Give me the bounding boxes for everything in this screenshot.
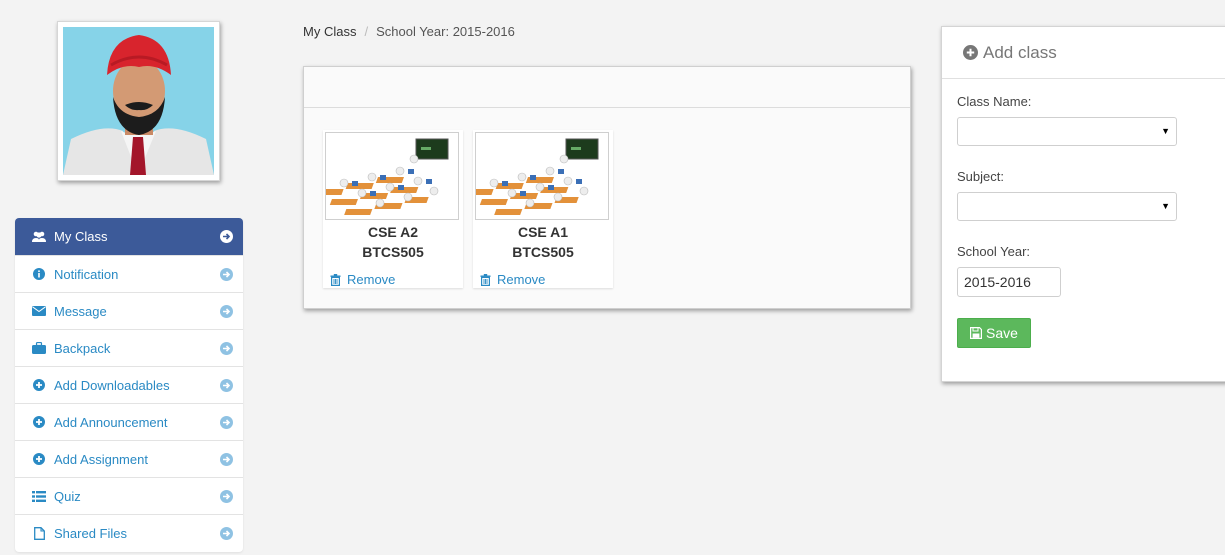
sidebar-item-add-downloadables[interactable]: Add Downloadables (15, 367, 243, 404)
sidebar-nav: My Class Notification Message Backpack A… (15, 218, 243, 552)
breadcrumb-school-year: School Year: 2015-2016 (376, 24, 515, 39)
class-card[interactable]: CSE A1 BTCS505 Remove (473, 130, 613, 288)
arrow-right-icon (220, 341, 233, 355)
add-class-title: Add class (983, 42, 1057, 62)
remove-button[interactable]: Remove (325, 272, 461, 287)
sidebar-item-add-assignment[interactable]: Add Assignment (15, 441, 243, 478)
class-name-label: Class Name: (957, 94, 1032, 109)
subject-select[interactable]: ▼ (957, 192, 1177, 221)
class-list-panel: CSE A2 BTCS505 Remove CSE A1 BTCS505 Rem… (303, 66, 911, 309)
remove-label: Remove (497, 272, 546, 287)
class-name-select[interactable]: ▼ (957, 117, 1177, 146)
trash-icon (480, 273, 491, 286)
classroom-thumbnail (475, 132, 609, 220)
trash-icon (330, 273, 341, 286)
sidebar-item-add-announcement[interactable]: Add Announcement (15, 404, 243, 441)
sidebar-item-quiz[interactable]: Quiz (15, 478, 243, 515)
plus-circle-icon (963, 45, 978, 60)
arrow-right-icon (220, 415, 233, 429)
arrow-right-icon (220, 304, 233, 318)
sidebar-item-my-class[interactable]: My Class (15, 218, 243, 256)
sidebar-item-label: My Class (54, 229, 108, 244)
save-label: Save (986, 325, 1018, 341)
remove-label: Remove (347, 272, 396, 287)
class-code: BTCS505 (362, 244, 424, 260)
class-name: CSE A1 (517, 224, 569, 240)
class-list-panel-header (304, 67, 910, 108)
plus-circle-icon (31, 377, 47, 393)
sidebar-item-label: Add Announcement (54, 414, 168, 430)
remove-button[interactable]: Remove (475, 272, 611, 287)
arrow-right-icon (220, 378, 233, 392)
briefcase-icon (31, 340, 47, 356)
subject-label: Subject: (957, 169, 1004, 184)
arrow-right-icon (220, 489, 233, 503)
school-year-label: School Year: (957, 244, 1031, 259)
sidebar-item-notification[interactable]: Notification (15, 256, 243, 293)
sidebar-item-backpack[interactable]: Backpack (15, 330, 243, 367)
classroom-thumbnail (325, 132, 459, 220)
info-icon (31, 266, 47, 282)
class-card[interactable]: CSE A2 BTCS505 Remove (323, 130, 463, 288)
sidebar-item-message[interactable]: Message (15, 293, 243, 330)
plus-circle-icon (31, 451, 47, 467)
sidebar-item-label: Shared Files (54, 526, 127, 541)
sidebar-item-label: Quiz (54, 488, 81, 504)
sidebar-item-label: Notification (54, 266, 119, 282)
add-class-panel: Add class Class Name: ▼ Subject: ▼ Schoo… (941, 26, 1225, 382)
sidebar-item-label: Backpack (54, 340, 111, 356)
sidebar-item-label: Message (54, 303, 107, 319)
plus-circle-icon (31, 414, 47, 430)
envelope-icon (31, 303, 47, 319)
list-icon (31, 488, 47, 504)
breadcrumb-my-class[interactable]: My Class (303, 24, 356, 39)
school-year-input[interactable] (957, 267, 1061, 297)
breadcrumb: My Class / School Year: 2015-2016 (303, 24, 515, 39)
arrow-right-icon (220, 527, 233, 540)
caret-down-icon: ▼ (1161, 126, 1170, 136)
class-code: BTCS505 (512, 244, 574, 260)
profile-photo-frame (57, 21, 220, 181)
caret-down-icon: ▼ (1161, 201, 1170, 211)
users-icon (31, 229, 47, 245)
sidebar-item-label: Add Assignment (54, 451, 148, 467)
add-class-header: Add class (942, 27, 1225, 79)
sidebar-item-shared-files[interactable]: Shared Files (15, 515, 243, 552)
arrow-right-icon (220, 267, 233, 281)
arrow-right-icon (220, 452, 233, 466)
floppy-disk-icon (970, 327, 983, 339)
arrow-right-icon (220, 230, 233, 243)
file-icon (31, 526, 47, 542)
breadcrumb-separator: / (364, 24, 369, 39)
save-button[interactable]: Save (957, 318, 1031, 348)
class-name: CSE A2 (367, 224, 419, 240)
sidebar-item-label: Add Downloadables (54, 377, 170, 393)
profile-photo (63, 27, 214, 175)
